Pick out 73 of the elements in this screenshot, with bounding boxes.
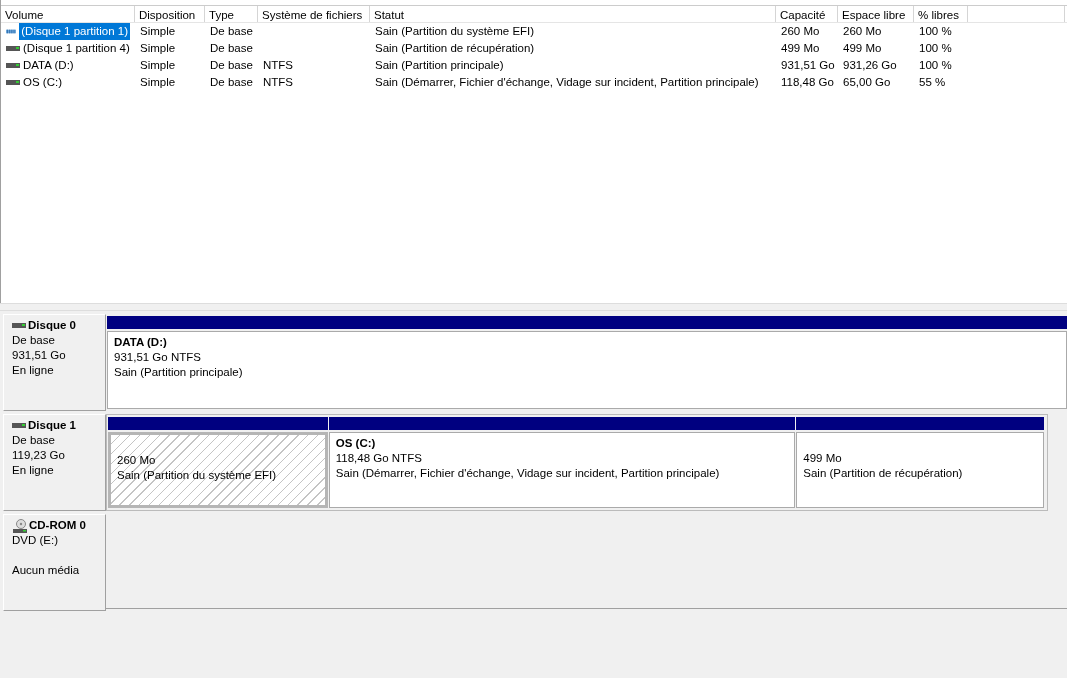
disk-info: 931,51 Go <box>12 348 67 363</box>
partition-block[interactable]: DATA (D:) 931,51 Go NTFS Sain (Partition principale) <box>107 331 1067 409</box>
table-cell-text: 100 % <box>919 57 952 73</box>
table-cell-text: 931,26 Go <box>843 57 897 73</box>
table-cell-text: De base <box>210 23 253 39</box>
table-cell-text: 931,51 Go <box>781 57 835 73</box>
disk-label-panel[interactable]: CD-ROM 0 DVD (E:) Aucun média <box>3 514 106 611</box>
partition-status: Sain (Partition du système EFI) <box>117 468 278 483</box>
partition-block[interactable]: 260 Mo Sain (Partition du système EFI) <box>108 432 328 508</box>
table-cell-text: Sain (Partition principale) <box>375 57 504 73</box>
table-cell-text: NTFS <box>263 57 294 73</box>
table-cell-text: 499 Mo <box>781 40 820 56</box>
drive-icon <box>6 80 20 85</box>
partition-name: DATA (D:) <box>114 335 168 350</box>
table-cell-text: Simple <box>140 57 176 73</box>
table-cell-text: 100 % <box>919 23 952 39</box>
column-header[interactable]: Espace libre <box>838 6 914 22</box>
partition-status: Sain (Partition principale) <box>114 365 244 380</box>
table-cell-text: De base <box>210 57 253 73</box>
partition-name: OS (C:) <box>335 436 377 451</box>
volume-name[interactable]: (Disque 1 partition 4) <box>23 39 130 58</box>
drive-icon <box>6 29 17 34</box>
column-header[interactable]: Capacité <box>776 6 838 22</box>
table-cell-text: 65,00 Go <box>843 74 891 90</box>
table-cell-text: NTFS <box>263 74 294 90</box>
disk-name: Disque 0 <box>28 318 76 333</box>
table-cell-text: Simple <box>140 74 176 90</box>
table-cell-text: Sain (Partition du système EFI) <box>375 23 535 39</box>
drive-icon <box>12 323 26 328</box>
disk-label-panel[interactable]: Disque 0 De base 931,51 Go En ligne <box>3 314 106 411</box>
partition-status: Sain (Démarrer, Fichier d'échange, Vidage sur incident, Partition principale) <box>335 466 721 481</box>
partition-size: 118,48 Go NTFS <box>335 451 423 466</box>
disc-drive-icon <box>12 518 27 533</box>
column-header[interactable]: Statut <box>370 6 776 22</box>
partition-size: 499 Mo <box>803 451 843 466</box>
table-cell-text: 260 Mo <box>781 23 820 39</box>
disk-info: De base <box>12 433 56 448</box>
disk-name: CD-ROM 0 <box>29 518 86 533</box>
table-cell-text: De base <box>210 74 253 90</box>
disk-info: En ligne <box>12 463 55 478</box>
disk-info: En ligne <box>12 363 55 378</box>
table-cell-text: Sain (Démarrer, Fichier d'échange, Vidage sur incident, Partition principale) <box>375 74 759 90</box>
drive-icon <box>6 63 20 68</box>
table-cell-text: 118,48 Go <box>781 74 834 90</box>
partition-size: 260 Mo <box>117 453 157 468</box>
table-cell-text: Sain (Partition de récupération) <box>375 40 535 56</box>
column-header[interactable]: Volume <box>1 6 135 22</box>
table-cell-text: 100 % <box>919 40 952 56</box>
table-cell-text: 260 Mo <box>843 23 882 39</box>
drive-icon <box>6 46 20 51</box>
partition-size: 931,51 Go NTFS <box>114 350 202 365</box>
partition-block[interactable]: OS (C:) 118,48 Go NTFS Sain (Démarrer, Fichier d'échange, Vidage sur incident, Partition principale) <box>328 432 796 508</box>
column-header[interactable]: Type <box>205 6 258 22</box>
volume-name[interactable]: DATA (D:) <box>23 56 74 75</box>
table-cell-text: Simple <box>140 23 176 39</box>
partition-block[interactable]: 499 Mo Sain (Partition de récupération) <box>796 432 1044 508</box>
pane-splitter[interactable] <box>0 303 1067 311</box>
disk-info: 119,23 Go <box>12 448 66 463</box>
disk-info: DVD (E:) <box>12 533 59 548</box>
table-cell-text: Simple <box>140 40 176 56</box>
column-header[interactable]: Disposition <box>135 6 205 22</box>
disk-name: Disque 1 <box>28 418 76 433</box>
table-cell-text: 55 % <box>919 74 946 90</box>
disk-info: De base <box>12 333 56 348</box>
column-header[interactable]: % libres <box>914 6 968 22</box>
disk-info: Aucun média <box>12 563 81 578</box>
table-cell-text: De base <box>210 40 253 56</box>
partition-status: Sain (Partition de récupération) <box>803 466 964 481</box>
disk-label-panel[interactable]: Disque 1 De base 119,23 Go En ligne <box>3 414 106 511</box>
column-header[interactable]: Système de fichiers <box>258 6 370 22</box>
table-cell-text: 499 Mo <box>843 40 882 56</box>
drive-icon <box>12 423 26 428</box>
volume-name[interactable]: OS (C:) <box>23 73 62 92</box>
